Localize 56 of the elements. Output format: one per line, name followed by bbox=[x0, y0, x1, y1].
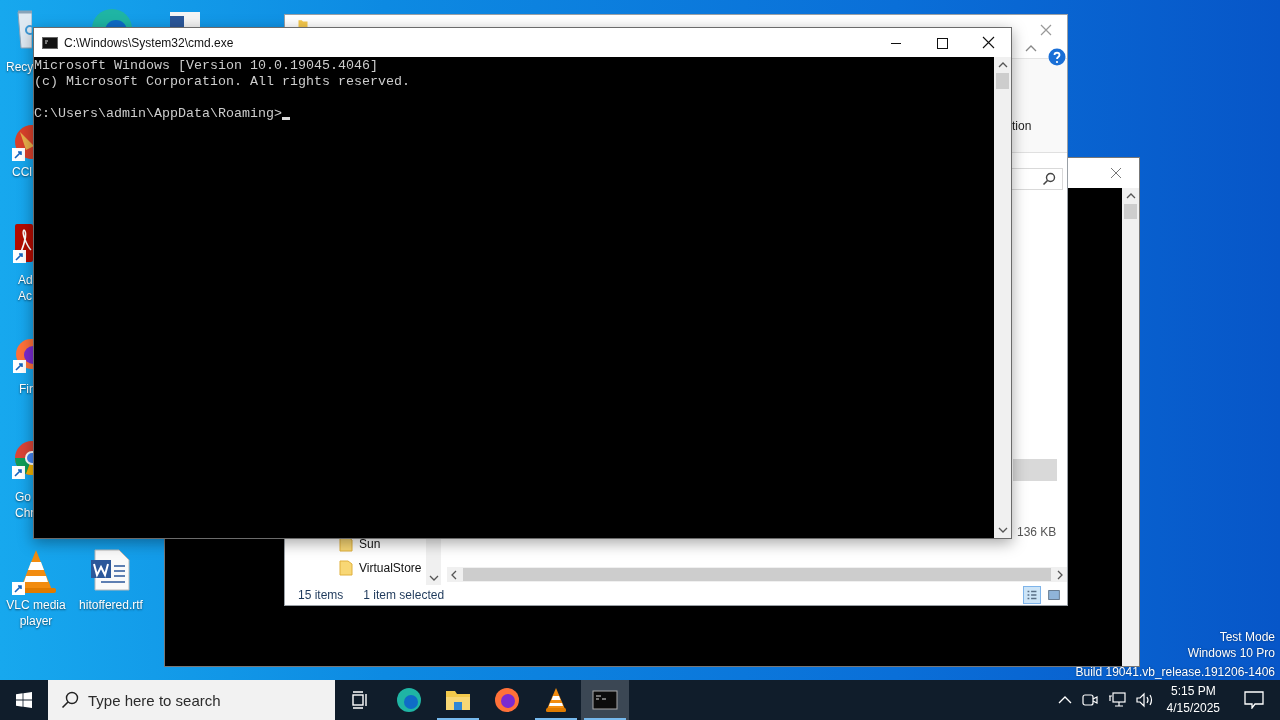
console-icon bbox=[42, 36, 58, 49]
console-output[interactable]: Microsoft Windows [Version 10.0.19045.4046] (c) Microsoft Corporation. All rights reserved. C:\Users\admin\AppData\Roaming> bbox=[34, 57, 994, 538]
search-icon bbox=[1042, 172, 1056, 186]
chevron-down-icon[interactable] bbox=[428, 575, 439, 581]
console-line: Microsoft Windows [Version 10.0.19045.4046] bbox=[34, 58, 379, 74]
word-icon[interactable] bbox=[89, 548, 131, 592]
icon-label: Ad Ac bbox=[18, 272, 34, 304]
scrollbar-thumb[interactable] bbox=[1124, 204, 1137, 219]
chevron-up-icon[interactable] bbox=[1125, 193, 1136, 199]
acrobat-icon[interactable] bbox=[13, 222, 33, 264]
folder-icon bbox=[339, 560, 353, 576]
firefox-icon bbox=[494, 687, 520, 713]
icon-label: Fir bbox=[19, 381, 34, 397]
chevron-down-icon[interactable] bbox=[997, 527, 1008, 533]
nav-folder-item[interactable]: Sun bbox=[339, 535, 422, 553]
cmd-taskbar-button[interactable] bbox=[581, 680, 629, 720]
help-icon[interactable] bbox=[1048, 48, 1066, 66]
chevron-up-icon[interactable] bbox=[997, 62, 1008, 68]
camera-icon[interactable] bbox=[1081, 692, 1098, 708]
command-prompt: C:\Users\admin\AppData\Roaming> bbox=[34, 106, 282, 122]
clock-time[interactable]: 5:15 PM bbox=[1170, 683, 1216, 700]
status-text: 1 item selected bbox=[363, 588, 445, 602]
nav-folder-item[interactable]: VirtualStore bbox=[339, 559, 422, 577]
file-size: 136 KB bbox=[1017, 525, 1057, 539]
watermark-text: Build 19041.vb_release.191206-1406 bbox=[1075, 664, 1275, 680]
network-icon[interactable] bbox=[1107, 692, 1126, 708]
cmd-icon bbox=[592, 687, 618, 713]
watermark-text: Test Mode bbox=[1219, 629, 1275, 645]
horizontal-scrollbar[interactable] bbox=[447, 567, 1067, 582]
icon-label: CCl bbox=[12, 164, 33, 180]
scrollbar[interactable] bbox=[994, 57, 1011, 538]
vlc-icon bbox=[543, 687, 569, 713]
clock-date[interactable]: 4/15/2025 bbox=[1166, 700, 1220, 717]
text-cursor bbox=[281, 117, 290, 120]
ribbon-label[interactable]: tion bbox=[1012, 119, 1032, 133]
watermark-text: Windows 10 Pro bbox=[1187, 645, 1275, 661]
chevron-right-icon[interactable] bbox=[1057, 569, 1063, 580]
status-text: 15 items bbox=[298, 588, 344, 602]
icon-label: VLC media player bbox=[5, 597, 67, 629]
recycle-bin-icon[interactable] bbox=[16, 8, 32, 50]
chevron-left-icon[interactable] bbox=[451, 569, 457, 580]
windows-logo-icon bbox=[16, 692, 32, 708]
notification-icon[interactable] bbox=[1244, 691, 1264, 709]
details-view-button[interactable] bbox=[1023, 586, 1041, 604]
icon-label: Go Chr bbox=[15, 489, 36, 521]
console-line: (c) Microsoft Corporation. All rights reserved. bbox=[34, 74, 411, 90]
icon-label: hitoffered.rtf bbox=[78, 597, 144, 613]
edge-icon bbox=[396, 687, 422, 713]
search-field[interactable]: Type here to search bbox=[48, 680, 335, 720]
search-icon bbox=[61, 691, 79, 709]
scrollbar[interactable] bbox=[1122, 188, 1139, 666]
task-view-icon bbox=[350, 690, 370, 710]
scrollbar-thumb[interactable] bbox=[996, 73, 1009, 89]
scrollbar[interactable] bbox=[426, 537, 441, 585]
volume-icon[interactable] bbox=[1135, 692, 1154, 708]
window-title: C:\Windows\System32\cmd.exe bbox=[64, 35, 235, 50]
